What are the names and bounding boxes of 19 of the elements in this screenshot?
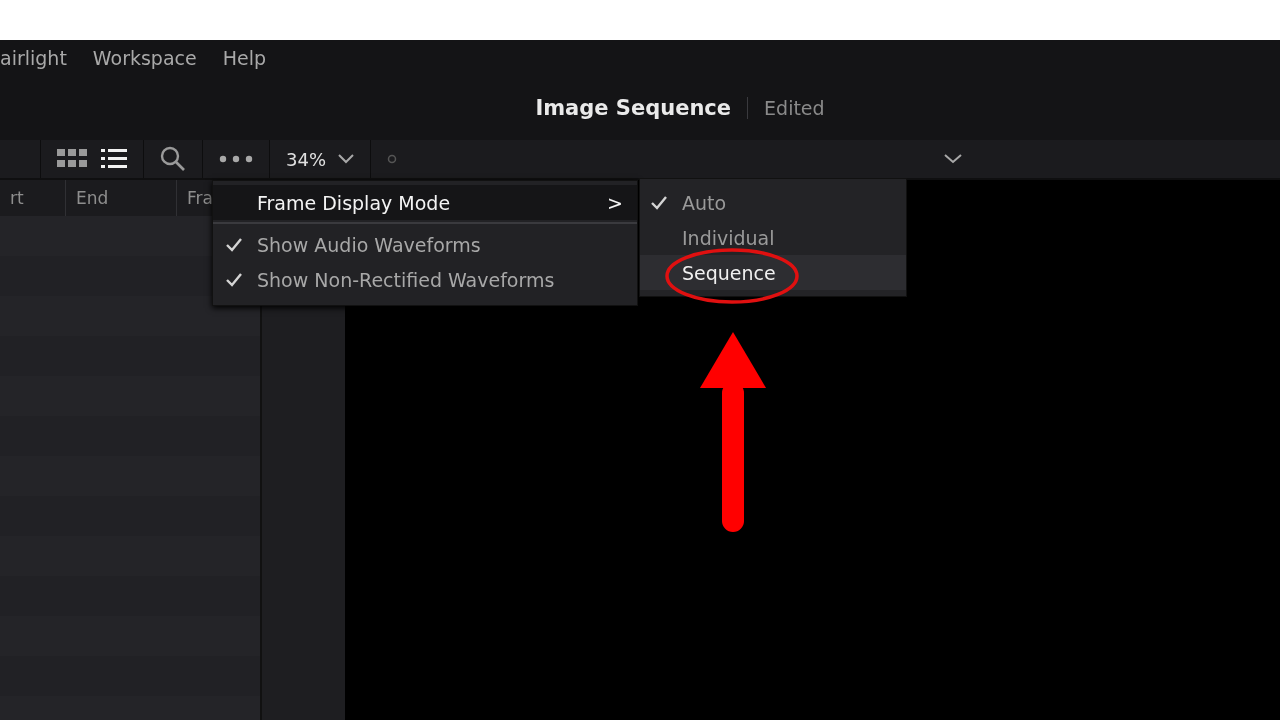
search-icon[interactable] (160, 146, 186, 172)
grid-view-icon[interactable] (57, 149, 87, 169)
more-options-icon[interactable] (219, 155, 253, 163)
edit-status: Edited (764, 96, 825, 119)
circle-icon (387, 154, 397, 164)
project-title: Image Sequence (535, 95, 732, 120)
menu-item[interactable]: Show Audio Waveforms (213, 227, 637, 262)
menu-item[interactable]: Individual (640, 220, 906, 255)
menu-item[interactable]: Help (222, 46, 267, 69)
menu-item[interactable]: Workspace (92, 46, 197, 69)
chevron-down-icon (338, 154, 354, 164)
list-view-icon[interactable] (101, 149, 127, 169)
menu-item[interactable]: Sequence (640, 255, 906, 290)
menu-item[interactable]: Frame Display Mode > (213, 185, 637, 220)
menu-item[interactable]: Auto (640, 185, 906, 220)
menu-item[interactable]: Show Non-Rectified Waveforms (213, 262, 637, 297)
zoom-dropdown[interactable]: 34% (286, 148, 354, 170)
chevron-down-icon[interactable] (944, 154, 962, 164)
menu-item[interactable]: airlight (0, 46, 67, 69)
